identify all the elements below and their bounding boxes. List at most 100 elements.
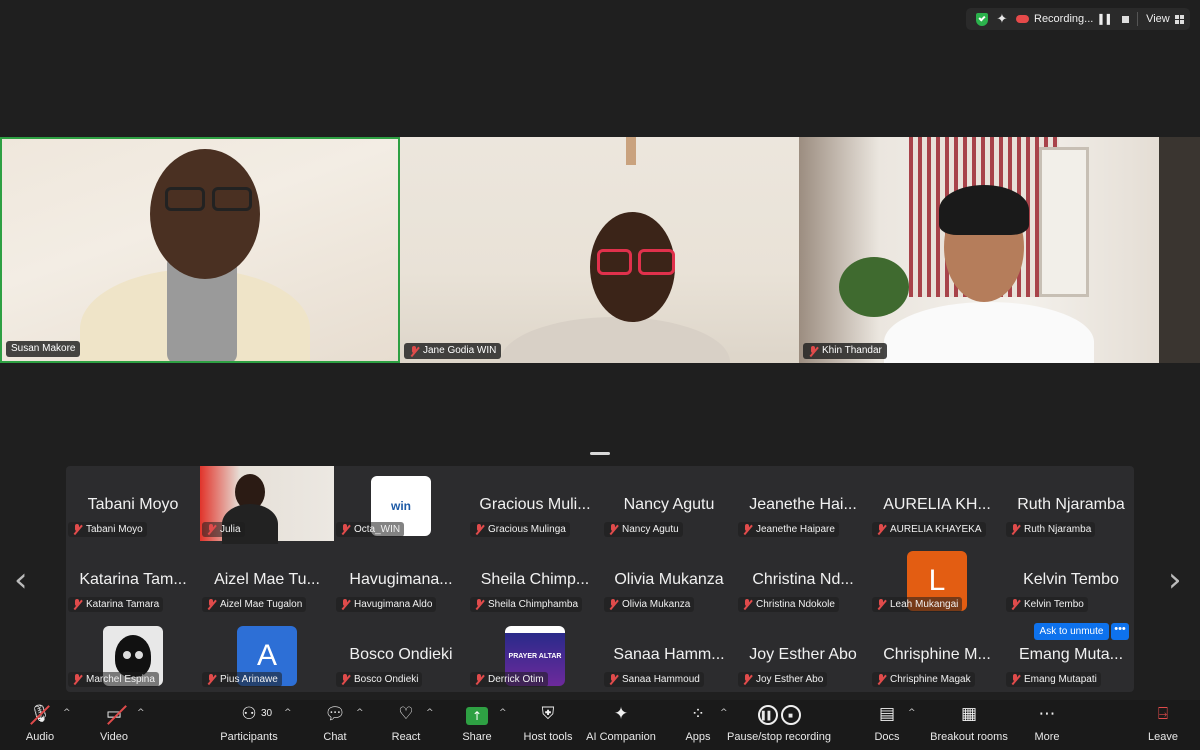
participant-tile[interactable]: Sanaa Hamm... Sanaa Hammoud <box>602 616 736 691</box>
participant-name: Gracious Mulinga <box>488 524 566 535</box>
video-button[interactable]: ▭ Video <box>93 700 135 750</box>
participants-options-chevron-icon[interactable]: ^ <box>284 708 292 718</box>
participant-name: Olivia Mukanza <box>622 599 691 610</box>
participant-tile[interactable]: A Pius Arinawe <box>200 616 334 691</box>
participant-display-name: Havugimana... <box>349 571 453 588</box>
cloud-recording-icon <box>1012 9 1032 29</box>
muted-mic-icon <box>474 524 484 535</box>
participant-tile[interactable]: Marchel Espina <box>66 616 200 691</box>
window <box>1039 147 1089 297</box>
pause-stop-recording-button[interactable]: ▌▌ ■ Pause/stop recording <box>727 700 831 750</box>
docs-button[interactable]: ▤ Docs <box>872 700 902 750</box>
muted-mic-icon <box>742 674 752 685</box>
person-body <box>884 302 1094 363</box>
muted-mic-icon <box>72 599 82 610</box>
participant-tile[interactable]: Ruth Njaramba Ruth Njaramba <box>1004 466 1138 541</box>
poster-title: PRAYER ALTAR <box>508 652 562 660</box>
muted-mic-icon <box>72 674 82 685</box>
view-label: View <box>1146 13 1170 25</box>
participant-name: AURELIA KHAYEKA <box>890 524 982 535</box>
muted-mic-icon <box>608 524 618 535</box>
stop-recording-icon[interactable] <box>1122 15 1130 23</box>
person-hair <box>939 185 1029 235</box>
meeting-stage: ✦ Recording... ▌▌ View Susan Makore Jane… <box>0 0 1200 700</box>
participant-tile[interactable]: win Octa_WIN <box>334 466 468 541</box>
chat-options-chevron-icon[interactable]: ^ <box>356 708 364 718</box>
react-button[interactable]: ♡ React <box>387 700 425 750</box>
audio-button[interactable]: 🎙︎ Audio <box>20 700 60 750</box>
participant-tile[interactable]: Sheila Chimp... Sheila Chimphamba <box>468 541 602 616</box>
recording-label: Recording... <box>1034 13 1094 25</box>
participant-name-tag: Olivia Mukanza <box>604 597 695 612</box>
gallery-strip: Tabani Moyo Tabani Moyo Julia win Octa_WIN Gr… <box>66 466 1134 692</box>
video-tile[interactable]: Jane Godia WIN <box>400 137 799 363</box>
participant-name: Chrisphine Magak <box>890 674 971 685</box>
host-tools-button[interactable]: ⛨ Host tools <box>520 700 576 750</box>
more-dots-icon: ⋯ <box>1038 704 1056 724</box>
participant-tile[interactable]: AURELIA KH... AURELIA KHAYEKA <box>870 466 1004 541</box>
apps-button[interactable]: ⁘ Apps <box>682 700 714 750</box>
breakout-rooms-button[interactable]: ▦ Breakout rooms <box>930 700 1008 750</box>
muted-mic-icon <box>206 674 216 685</box>
participant-display-name: Emang Muta... <box>1018 646 1124 663</box>
divider <box>1137 12 1139 26</box>
participant-tile[interactable]: Olivia Mukanza Olivia Mukanza <box>602 541 736 616</box>
share-options-chevron-icon[interactable]: ^ <box>499 708 507 718</box>
participant-tile[interactable]: Jeanethe Hai... Jeanethe Haipare <box>736 466 870 541</box>
apps-options-chevron-icon[interactable]: ^ <box>720 708 728 718</box>
participant-tile[interactable]: Havugimana... Havugimana Aldo <box>334 541 468 616</box>
participant-tile[interactable]: Nancy Agutu Nancy Agutu <box>602 466 736 541</box>
ai-sparkle-icon[interactable]: ✦ <box>992 9 1012 29</box>
audio-options-chevron-icon[interactable]: ^ <box>63 708 71 718</box>
encryption-shield-icon[interactable] <box>972 9 992 29</box>
react-options-chevron-icon[interactable]: ^ <box>426 708 434 718</box>
muted-mic-icon <box>340 524 350 535</box>
participant-name-tag: Leah Mukangai <box>872 597 963 612</box>
tile-more-button[interactable]: ••• <box>1111 623 1129 640</box>
share-button[interactable]: ↑ Share <box>458 700 496 750</box>
more-button[interactable]: ⋯ More <box>1030 700 1064 750</box>
participants-count: 30 <box>261 708 273 719</box>
participant-tile[interactable]: Katarina Tam... Katarina Tamara <box>66 541 200 616</box>
participant-tile[interactable]: Aizel Mae Tu... Aizel Mae Tugalon <box>200 541 334 616</box>
participant-tile[interactable]: PRAYER ALTAR Derrick Otim <box>468 616 602 691</box>
participant-name: Ruth Njaramba <box>1024 524 1092 535</box>
participant-tile[interactable]: Joy Esther Abo Joy Esther Abo <box>736 616 870 691</box>
muted-mic-icon <box>340 599 350 610</box>
participant-display-name: Jeanethe Hai... <box>749 496 857 513</box>
resize-handle[interactable] <box>590 452 610 455</box>
participant-tile[interactable]: Kelvin Tembo Kelvin Tembo <box>1004 541 1138 616</box>
participant-tile[interactable]: Christina Nd... Christina Ndokole <box>736 541 870 616</box>
participant-display-name: Nancy Agutu <box>623 496 715 513</box>
participant-tile[interactable]: Bosco Ondieki Bosco Ondieki <box>334 616 468 691</box>
participant-name: Katarina Tamara <box>86 599 160 610</box>
leave-button[interactable]: ⍈ Leave <box>1146 700 1180 750</box>
previous-page-icon[interactable]: ‹ <box>14 560 28 600</box>
participant-name: Christina Ndokole <box>756 599 835 610</box>
ask-to-unmute-button[interactable]: Ask to unmute <box>1034 623 1109 640</box>
view-button[interactable]: View <box>1146 13 1184 25</box>
next-page-icon[interactable]: › <box>1168 560 1182 600</box>
video-tile-active-speaker[interactable]: Susan Makore <box>0 137 400 363</box>
participant-display-name: Sheila Chimp... <box>480 571 590 588</box>
glasses <box>212 187 252 211</box>
participant-tile[interactable]: Chrisphine M... Chrisphine Magak <box>870 616 1004 691</box>
docs-options-chevron-icon[interactable]: ^ <box>908 708 916 718</box>
participant-tile[interactable]: Gracious Muli... Gracious Mulinga <box>468 466 602 541</box>
participant-name: Aizel Mae Tugalon <box>220 599 303 610</box>
meeting-toolbar: 🎙︎ Audio ^ ▭ Video ^ ⚇ Participants 30 ^… <box>0 700 1200 750</box>
participant-tile[interactable]: Julia <box>200 466 334 544</box>
chat-button[interactable]: 💬︎ Chat <box>318 700 352 750</box>
participant-tile[interactable]: L Leah Mukangai <box>870 541 1004 616</box>
participant-name-tag: Katarina Tamara <box>68 597 164 612</box>
pause-recording-icon[interactable]: ▌▌ <box>1099 14 1114 24</box>
participant-name-tag: Joy Esther Abo <box>738 672 828 687</box>
participant-display-name: Ruth Njaramba <box>1017 496 1125 513</box>
video-options-chevron-icon[interactable]: ^ <box>137 708 145 718</box>
video-tile[interactable]: Khin Thandar <box>799 137 1200 363</box>
participant-name: Kelvin Tembo <box>1024 599 1084 610</box>
ai-companion-button[interactable]: ✦ AI Companion <box>586 700 656 750</box>
participant-tile[interactable]: Tabani Moyo Tabani Moyo <box>66 466 200 541</box>
participant-name-tag: Aizel Mae Tugalon <box>202 597 307 612</box>
participant-name: Joy Esther Abo <box>756 674 824 685</box>
